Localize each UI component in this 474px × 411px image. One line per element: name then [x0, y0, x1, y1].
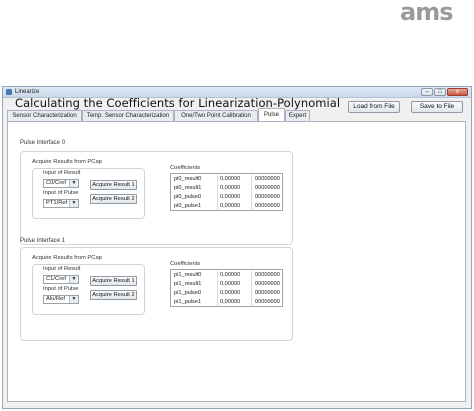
pulse-interface-0-title: Pulse Interface 0	[20, 140, 66, 146]
acquire-group-label: Acquire Results from PCap	[32, 159, 102, 165]
coef-name: pi0_pulse0	[174, 194, 202, 200]
coef-name: pi0_result1	[174, 185, 202, 191]
chevron-down-icon: ▼	[69, 180, 78, 187]
coef-hex[interactable]: 00000000	[255, 184, 280, 192]
table-row: pi0_pulse0 0,00000 00000000	[171, 193, 282, 201]
coef-name: pi0_result0	[174, 176, 202, 182]
tab-temp-sensor-characterization[interactable]: Temp. Sensor Characterization	[82, 110, 174, 121]
coef-hex[interactable]: 00000000	[255, 271, 280, 279]
page-title: Calculating the Coefficients for Lineari…	[15, 96, 341, 110]
acquire-group-label: Acquire Results from PCap	[32, 255, 102, 261]
ams-logo: ams	[400, 0, 454, 24]
coef-name: pi1_result1	[174, 281, 202, 287]
coefficients-label: Coefficients	[170, 261, 201, 267]
coef-value[interactable]: 0,00000	[220, 202, 240, 210]
input-of-result-label: Input of Result	[43, 266, 81, 272]
acquire-result-1-button[interactable]: Acquire Result 1	[90, 180, 137, 190]
input-of-result-value: C1/Cref	[46, 276, 66, 282]
minimize-button[interactable]: –	[421, 88, 433, 96]
tab-expert[interactable]: Expert	[285, 110, 310, 121]
coef-value[interactable]: 0,00000	[220, 280, 240, 288]
input-of-pulse-select[interactable]: PT1/Ref ▼	[43, 199, 79, 208]
pulse-panel: Pulse Interface 0 Acquire Results from P…	[7, 121, 466, 402]
acquire-group-box: Input of Result C0/Cref ▼ Input of Pulse…	[32, 168, 145, 219]
coef-value[interactable]: 0,00000	[220, 193, 240, 201]
coef-value[interactable]: 0,00000	[220, 298, 240, 306]
input-of-result-label: Input of Result	[43, 170, 81, 176]
pulse-interface-1-group: Acquire Results from PCap Input of Resul…	[20, 247, 293, 341]
close-button[interactable]: x	[447, 88, 468, 96]
input-of-pulse-label: Input of Pulse	[43, 286, 79, 292]
acquire-result-2-button[interactable]: Acquire Result 2	[90, 290, 137, 300]
table-row: pi0_result0 0,00000 00000000	[171, 175, 282, 183]
table-row: pi1_pulse1 0,00000 00000000	[171, 298, 282, 306]
coefficients-label: Coefficients	[170, 165, 201, 171]
input-of-result-value: C0/Cref	[46, 180, 66, 186]
coef-value[interactable]: 0,00000	[220, 184, 240, 192]
input-of-pulse-label: Input of Pulse	[43, 190, 79, 196]
maximize-button[interactable]: □	[434, 88, 446, 96]
table-row: pi1_result1 0,00000 00000000	[171, 280, 282, 288]
coef-hex[interactable]: 00000000	[255, 193, 280, 201]
load-from-file-button[interactable]: Load from File	[348, 101, 400, 113]
coefficients-table: pi1_result0 0,00000 00000000 pi1_result1…	[170, 269, 283, 307]
tab-one-two-point-calibration[interactable]: One/Two Point Calibration	[174, 110, 258, 121]
pulse-interface-1-title: Pulse Interface 1	[20, 238, 66, 244]
linearize-window: Linearize – □ x Calculating the Coeffici…	[2, 86, 472, 409]
save-to-file-button[interactable]: Save to File	[411, 101, 463, 113]
coef-value[interactable]: 0,00000	[220, 289, 240, 297]
table-row: pi0_result1 0,00000 00000000	[171, 184, 282, 192]
table-row: pi1_pulse0 0,00000 00000000	[171, 289, 282, 297]
table-row: pi1_result0 0,00000 00000000	[171, 271, 282, 279]
chevron-down-icon: ▼	[69, 200, 78, 207]
pulse-interface-0-group: Acquire Results from PCap Input of Resul…	[20, 151, 293, 245]
coef-hex[interactable]: 00000000	[255, 298, 280, 306]
coef-hex[interactable]: 00000000	[255, 289, 280, 297]
input-of-result-select[interactable]: C1/Cref ▼	[43, 275, 79, 284]
coef-name: pi1_result0	[174, 272, 202, 278]
coef-value[interactable]: 0,00000	[220, 175, 240, 183]
table-row: pi0_pulse1 0,00000 00000000	[171, 202, 282, 210]
acquire-result-2-button[interactable]: Acquire Result 2	[90, 194, 137, 204]
tab-pulse[interactable]: Pulse	[258, 108, 285, 121]
input-of-pulse-select[interactable]: Alu/Ref ▼	[43, 295, 79, 304]
coef-hex[interactable]: 00000000	[255, 202, 280, 210]
app-icon	[6, 89, 12, 95]
acquire-group-box: Input of Result C1/Cref ▼ Input of Pulse…	[32, 264, 145, 315]
logo-text: ams	[400, 0, 453, 24]
coef-name: pi0_pulse1	[174, 203, 202, 209]
input-of-result-select[interactable]: C0/Cref ▼	[43, 179, 79, 188]
coef-name: pi1_pulse1	[174, 299, 202, 305]
coef-hex[interactable]: 00000000	[255, 175, 280, 183]
coef-value[interactable]: 0,00000	[220, 271, 240, 279]
chevron-down-icon: ▼	[69, 296, 78, 303]
coefficients-table: pi0_result0 0,00000 00000000 pi0_result1…	[170, 173, 283, 211]
chevron-down-icon: ▼	[69, 276, 78, 283]
tab-sensor-characterization[interactable]: Sensor Characterization	[7, 110, 82, 121]
coef-hex[interactable]: 00000000	[255, 280, 280, 288]
input-of-pulse-value: PT1/Ref	[46, 200, 68, 206]
acquire-result-1-button[interactable]: Acquire Result 1	[90, 276, 137, 286]
input-of-pulse-value: Alu/Ref	[46, 296, 66, 302]
coef-name: pi1_pulse0	[174, 290, 202, 296]
